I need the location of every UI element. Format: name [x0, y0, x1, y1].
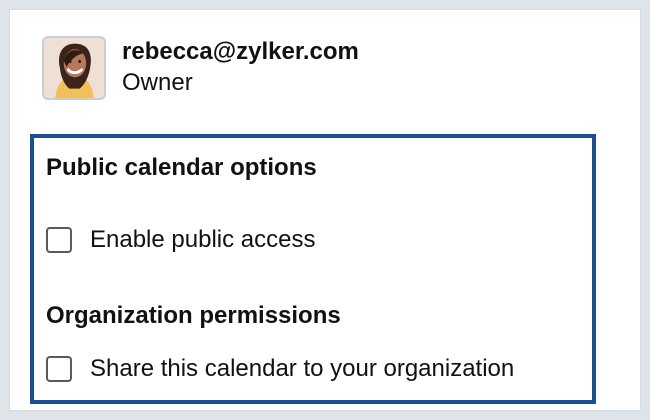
enable-public-access-checkbox[interactable] [46, 227, 72, 253]
avatar-icon [44, 38, 104, 98]
owner-text: rebecca@zylker.com Owner [122, 38, 359, 98]
highlighted-settings-box: Public calendar options Enable public ac… [30, 134, 596, 404]
owner-info: rebecca@zylker.com Owner [42, 36, 359, 100]
share-with-organization-option[interactable]: Share this calendar to your organization [46, 355, 514, 383]
enable-public-access-label: Enable public access [90, 226, 316, 253]
enable-public-access-option[interactable]: Enable public access [46, 226, 315, 254]
organization-permissions-title: Organization permissions [46, 302, 341, 329]
owner-role: Owner [122, 69, 193, 96]
owner-email: rebecca@zylker.com [122, 38, 359, 66]
avatar [42, 36, 106, 100]
calendar-sharing-panel: rebecca@zylker.com Owner Public calendar… [9, 9, 641, 411]
share-with-organization-label: Share this calendar to your organization [90, 355, 515, 382]
public-calendar-options-title: Public calendar options [46, 154, 317, 181]
share-with-organization-checkbox[interactable] [46, 356, 72, 382]
